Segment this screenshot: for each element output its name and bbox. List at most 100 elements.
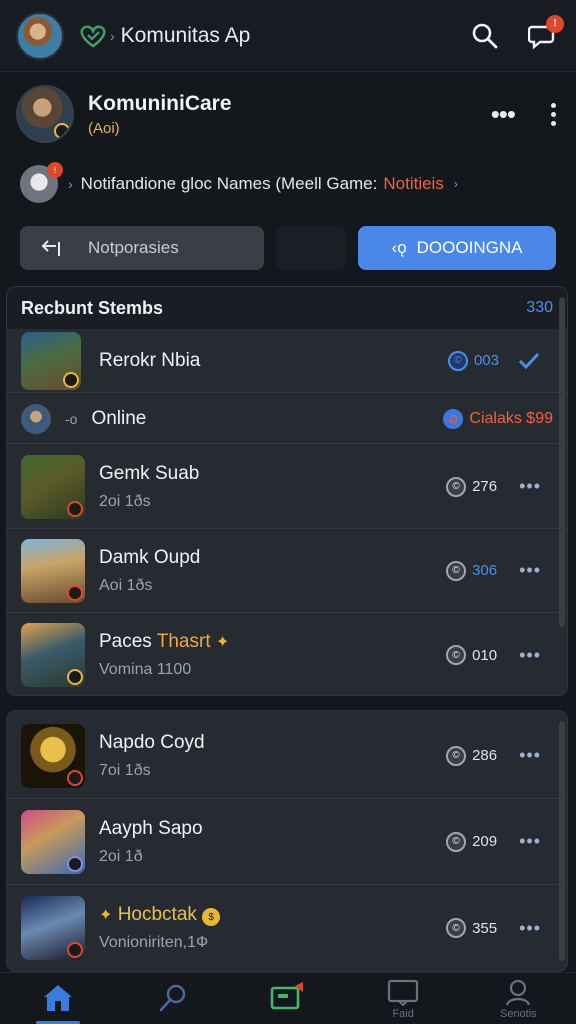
bottom-navigation: Faid Senotis	[0, 972, 576, 1024]
recent-streams-header: Recbunt Stembs 330	[7, 287, 567, 329]
game-badge-icon	[67, 855, 83, 872]
list-item[interactable]: Napdo Coyd 7oi 1ðs © 286 •••	[7, 713, 567, 799]
game-thumbnail	[21, 623, 85, 687]
coin-icon: ©	[446, 918, 467, 938]
item-title: Gemk Suab	[99, 462, 200, 484]
item-title-main: Paces	[99, 631, 152, 652]
sparkle-icon: ✦	[99, 906, 113, 924]
coin-icon: ©	[446, 745, 467, 766]
avatar-badge-icon	[54, 123, 70, 139]
search-icon	[159, 984, 185, 1011]
item-title: ✦ Hocbctak $	[99, 903, 221, 927]
item-title: Rerokr Nbia	[99, 349, 201, 371]
recent-streams-title: Recbunt Stembs	[21, 297, 164, 318]
item-subtitle: Aoi 1ðs	[99, 576, 153, 594]
item-value: 010	[472, 646, 498, 664]
live-video-icon	[270, 981, 303, 1009]
item-title-accent: Thasrt	[156, 631, 211, 652]
more-horizontal-icon[interactable]: •••	[519, 745, 541, 766]
game-badge-icon	[67, 669, 83, 685]
more-horizontal-icon[interactable]: •••	[519, 476, 541, 497]
item-title-main: Hocbctak	[117, 903, 197, 925]
nav-profile[interactable]: Senotis	[478, 973, 558, 1024]
game-badge-icon	[67, 584, 83, 601]
list-item[interactable]: Aayph Sapo 2oi 1ð © 209 •••	[7, 799, 567, 885]
more-vertical-icon[interactable]	[551, 102, 556, 126]
coin-icon: ©	[446, 831, 467, 852]
list-item[interactable]: Damk Oupd Aoi 1ðs © 306 •••	[7, 529, 567, 613]
online-status-icon: -o	[65, 410, 78, 427]
tag-icon: ⊘	[443, 408, 464, 429]
item-title: Damk Oupd	[99, 546, 201, 568]
user-avatar[interactable]	[16, 11, 64, 60]
chat-button[interactable]: !	[526, 14, 564, 53]
item-value: 003	[473, 352, 499, 369]
more-horizontal-icon[interactable]: •••	[491, 101, 516, 127]
item-title: Napdo Coyd	[99, 731, 205, 753]
nav-label: Senotis	[499, 1007, 537, 1020]
back-arrow-icon	[41, 240, 60, 256]
checkmark-icon	[518, 352, 540, 369]
notification-link[interactable]: Notitieis	[383, 174, 443, 194]
coin-icon: ©	[447, 350, 468, 371]
community-avatar[interactable]	[16, 85, 74, 143]
home-icon	[43, 984, 72, 1011]
community-profile-header: KomuniniCare (Aoi) •••	[16, 84, 560, 144]
nav-label: Faid	[392, 1007, 414, 1020]
item-value: 209	[472, 833, 498, 850]
more-horizontal-icon[interactable]: •••	[519, 831, 541, 852]
online-avatar	[21, 403, 51, 434]
item-subtitle: Vomina 1100	[99, 661, 192, 678]
more-horizontal-icon[interactable]: •••	[519, 645, 541, 666]
sparkle-icon: ✦	[215, 634, 230, 651]
item-value: 355	[472, 919, 498, 937]
online-label: Online	[91, 407, 147, 429]
top-bar: › Komunitas Ap !	[0, 0, 576, 72]
search-icon	[472, 23, 498, 48]
nav-home[interactable]	[18, 973, 98, 1024]
community-logo-icon[interactable]	[78, 21, 108, 51]
online-row[interactable]: -o Online ⊘ Cialaks $99	[7, 394, 567, 444]
item-value: 276	[472, 478, 498, 495]
list-item[interactable]: ✦ Hocbctak $ Vonioniriten,1Ф © 355 •••	[7, 885, 567, 971]
gold-coin-icon: $	[202, 908, 221, 927]
game-badge-icon	[63, 371, 79, 388]
game-thumbnail	[21, 896, 85, 960]
list-item[interactable]: Rerokr Nbia © 003	[7, 329, 567, 393]
item-subtitle: 2oi 1ðs	[99, 492, 151, 510]
item-title: Aayph Sapo	[99, 817, 203, 839]
game-thumbnail	[21, 454, 85, 519]
item-value: 306	[472, 562, 498, 579]
more-horizontal-icon[interactable]: •••	[519, 560, 541, 581]
item-subtitle: Vonioniriten,1Ф	[99, 934, 209, 952]
notification-text: Notifandione gloc Names (Meell Game:	[80, 174, 378, 193]
item-subtitle: 7oi 1ðs	[99, 761, 151, 779]
community-subtitle: (Aoi)	[88, 119, 120, 137]
community-name: KomuniniCare	[88, 91, 232, 115]
notifications-button-label: Notporasies	[88, 238, 179, 257]
more-horizontal-icon[interactable]: •••	[519, 918, 541, 939]
recent-streams-count: 330	[526, 299, 553, 316]
item-value: 286	[472, 747, 498, 764]
primary-action-button[interactable]: ‹ǫ DOOOINGNA	[358, 226, 556, 270]
action-buttons: Notporasies ‹ǫ DOOOINGNA	[20, 226, 556, 272]
primary-action-label: DOOOINGNA	[416, 238, 523, 257]
game-badge-icon	[67, 942, 83, 958]
spacer-button[interactable]	[276, 226, 346, 270]
chat-badge: !	[546, 14, 564, 33]
game-thumbnail	[21, 331, 81, 390]
nav-search[interactable]	[133, 973, 213, 1024]
profile-icon	[506, 979, 531, 1006]
notifications-button[interactable]: Notporasies	[20, 226, 264, 270]
nav-live[interactable]	[248, 973, 328, 1024]
coin-icon: ©	[446, 645, 467, 665]
search-button[interactable]	[468, 19, 502, 53]
coin-icon: ©	[446, 560, 467, 581]
list-item[interactable]: Gemk Suab 2oi 1ðs © 276 •••	[7, 445, 567, 529]
list-item[interactable]: Paces Thasrt ✦ Vomina 1100 © 010 •••	[7, 613, 567, 695]
active-indicator	[35, 1020, 80, 1024]
notification-row[interactable]: ! › Notifandione gloc Names (Meell Game:…	[20, 162, 556, 204]
feed-icon	[388, 979, 419, 1006]
action-icon: ‹ǫ	[391, 238, 407, 257]
nav-feed[interactable]: Faid	[363, 973, 443, 1024]
